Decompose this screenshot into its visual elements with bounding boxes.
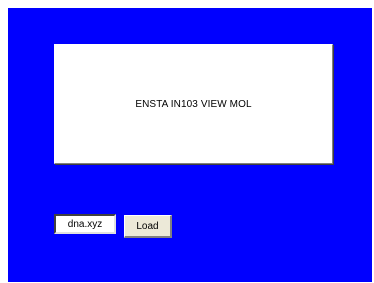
view-title: ENSTA IN103 VIEW MOL (135, 98, 252, 110)
load-button[interactable]: Load (124, 215, 172, 238)
molecule-view-panel[interactable]: ENSTA IN103 VIEW MOL (54, 44, 333, 164)
app-window: ENSTA IN103 VIEW MOL Load (8, 8, 372, 282)
filename-input[interactable] (54, 214, 116, 234)
